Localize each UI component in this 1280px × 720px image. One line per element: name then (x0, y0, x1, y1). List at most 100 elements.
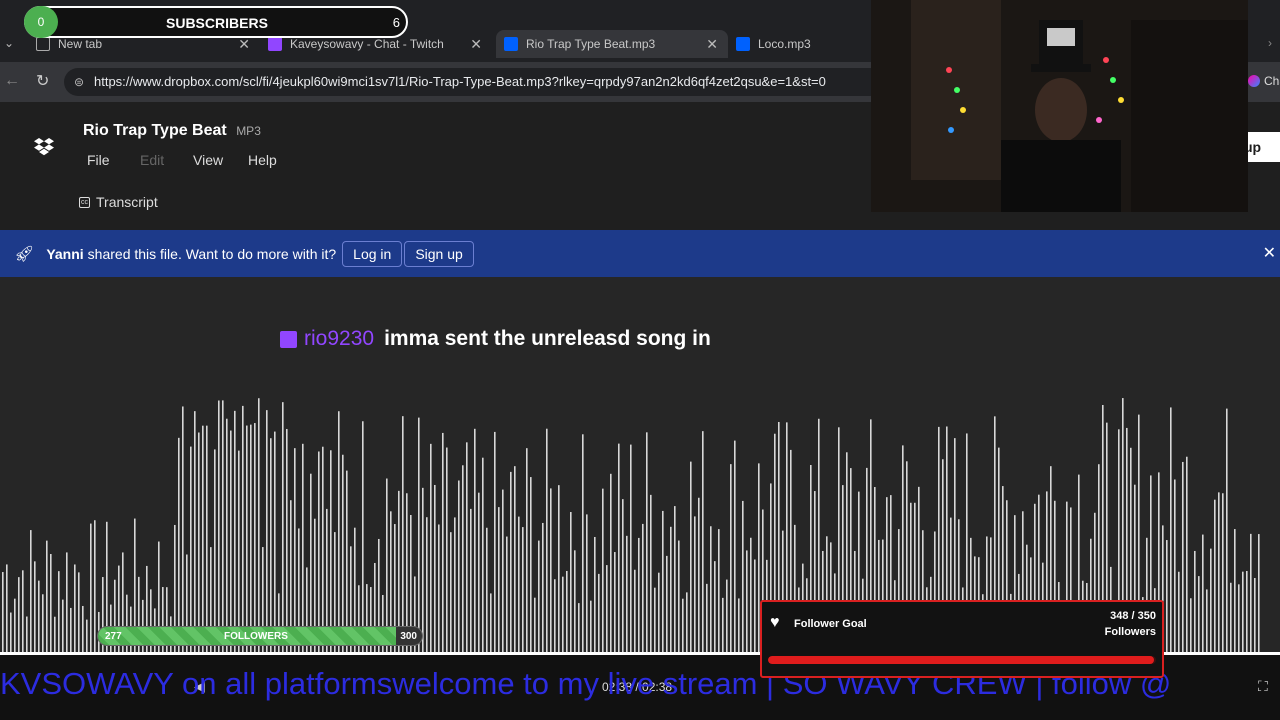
waveform-bar (70, 607, 72, 652)
waveform-bar (254, 423, 256, 652)
waveform-bar (502, 489, 504, 652)
waveform-bar (494, 431, 496, 652)
tab-label: Loco.mp3 (758, 37, 811, 51)
followers-progress-bar: 277 FOLLOWERS 300 (97, 626, 423, 646)
followers-label: FOLLOWERS (224, 631, 288, 642)
url-field[interactable]: ⊜ https://www.dropbox.com/scl/fi/4jeukpl… (64, 68, 884, 96)
transcript-label: Transcript (96, 194, 158, 210)
waveform-bar (74, 564, 76, 652)
close-tab-icon[interactable]: ✕ (706, 36, 718, 53)
waveform-bar (1174, 479, 1176, 652)
banner-text: shared this file. Want to do more with i… (87, 245, 337, 262)
follower-goal-widget: ♥ Follower Goal 348 / 350 Followers (760, 600, 1164, 678)
waveform-bar (610, 473, 612, 652)
waveform-bar (190, 446, 192, 652)
waveform-bar (578, 603, 580, 652)
reload-icon[interactable]: ↻ (36, 71, 49, 91)
waveform-bar (1222, 493, 1224, 652)
waveform-bar (698, 497, 700, 652)
twitch-icon (268, 37, 282, 51)
waveform-bar (46, 540, 48, 652)
waveform-bar (30, 530, 32, 652)
waveform-bar (730, 464, 732, 652)
waveform-bar (402, 416, 404, 652)
waveform-bar (662, 510, 664, 652)
waveform-bar (434, 484, 436, 652)
waveform-bar (722, 597, 724, 652)
tab-list-chevron-icon[interactable]: ⌄ (4, 36, 14, 50)
waveform-bar (82, 605, 84, 652)
extension-icon[interactable] (1248, 75, 1260, 87)
waveform-bar (638, 537, 640, 652)
waveform-bar (570, 512, 572, 652)
waveform-bar (590, 600, 592, 652)
menu-file[interactable]: File (87, 152, 140, 168)
waveform-bar (78, 572, 80, 652)
waveform-bar (282, 402, 284, 652)
waveform-bar (522, 527, 524, 652)
back-icon[interactable]: ← (4, 72, 20, 90)
tab-scroll-right-icon[interactable]: › (1268, 36, 1272, 50)
waveform-bar (1186, 456, 1188, 652)
waveform-bar (754, 559, 756, 652)
waveform-bar (266, 410, 268, 652)
waveform-bar (90, 523, 92, 652)
follower-goal-fill (768, 656, 1154, 664)
waveform-bar (38, 580, 40, 652)
waveform-bar (66, 552, 68, 652)
chat-message: rio9230 imma sent the unreleasd song in (280, 327, 711, 351)
waveform-area[interactable]: rio9230 imma sent the unreleasd song in (0, 277, 1280, 652)
chat-username: rio9230 (304, 327, 375, 350)
transcript-button[interactable]: cc Transcript (79, 194, 158, 210)
waveform-bar (674, 506, 676, 652)
waveform-bar (682, 598, 684, 652)
waveform-bar (178, 437, 180, 652)
chat-button-fragment[interactable]: Cha (1264, 74, 1280, 88)
waveform-bar (94, 520, 96, 652)
dropbox-icon (736, 37, 750, 51)
close-tab-icon[interactable]: ✕ (470, 36, 482, 53)
waveform-bar (630, 444, 632, 652)
waveform-bar (678, 540, 680, 652)
waveform-bar (666, 555, 668, 652)
waveform-bar (6, 564, 8, 652)
site-info-icon[interactable]: ⊜ (74, 68, 84, 96)
waveform-bar (574, 550, 576, 652)
close-banner-icon[interactable]: ✕ (1263, 243, 1276, 263)
login-button[interactable]: Log in (342, 240, 403, 267)
waveform-bar (482, 457, 484, 652)
waveform-bar (478, 492, 480, 652)
waveform-bar (654, 587, 656, 652)
tab-loco[interactable]: Loco.mp3 (736, 30, 866, 58)
tab-label: Rio Trap Type Beat.mp3 (526, 37, 656, 51)
menu-view[interactable]: View (193, 152, 248, 168)
waveform-bar (338, 411, 340, 652)
close-tab-icon[interactable]: ✕ (238, 36, 250, 53)
waveform-bar (458, 480, 460, 652)
waveform-bar (234, 410, 236, 652)
subscribers-current-badge: 0 (24, 6, 58, 38)
waveform-bar (286, 428, 288, 652)
waveform-bar (450, 532, 452, 652)
waveform-bar (222, 400, 224, 652)
waveform-bar (330, 450, 332, 652)
waveform-bar (42, 594, 44, 652)
waveform-bar (1246, 570, 1248, 652)
waveform-bar (58, 571, 60, 652)
webcam-image (871, 0, 1248, 212)
waveform-bar (446, 447, 448, 652)
menu-help[interactable]: Help (248, 152, 277, 168)
tab-rio-trap[interactable]: Rio Trap Type Beat.mp3 ✕ (496, 30, 728, 58)
signup-button[interactable]: Sign up (404, 240, 474, 267)
waveform-bar (746, 550, 748, 652)
waveform-bar (18, 577, 20, 652)
dropbox-logo-icon[interactable] (33, 138, 55, 158)
url-text: https://www.dropbox.com/scl/fi/4jeukpl60… (94, 74, 826, 89)
webcam-overlay (871, 0, 1248, 212)
waveform-bar (670, 526, 672, 652)
waveform-bar (242, 405, 244, 652)
waveform-bar (510, 471, 512, 652)
waveform-bar (622, 499, 624, 652)
waveform-bar (506, 536, 508, 652)
waveform-bar (1178, 571, 1180, 652)
